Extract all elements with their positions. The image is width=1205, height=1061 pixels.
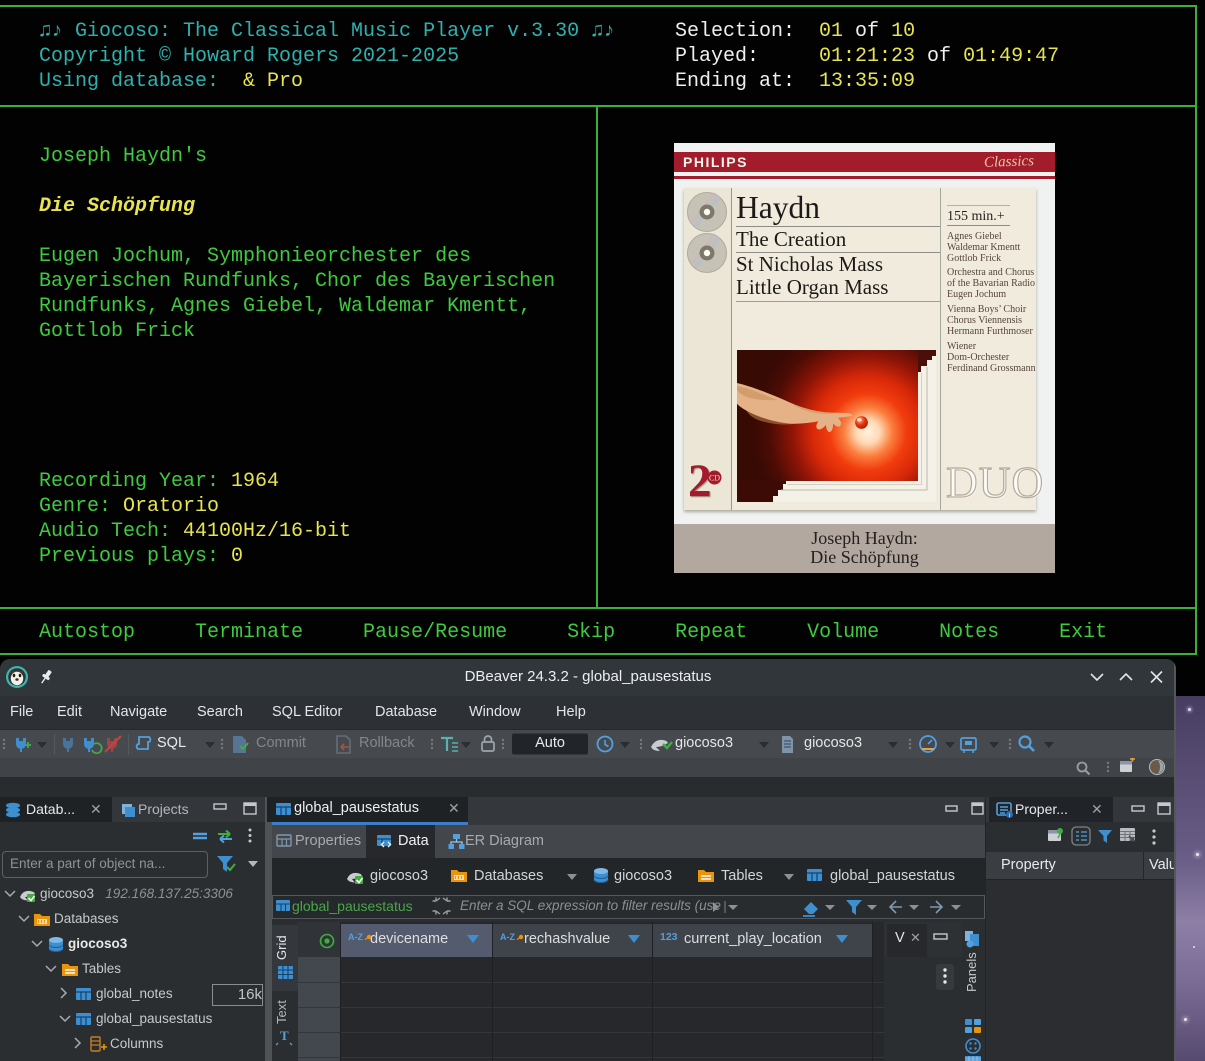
svg-text:CD: CD — [709, 474, 720, 483]
svg-text:T: T — [280, 1028, 289, 1043]
